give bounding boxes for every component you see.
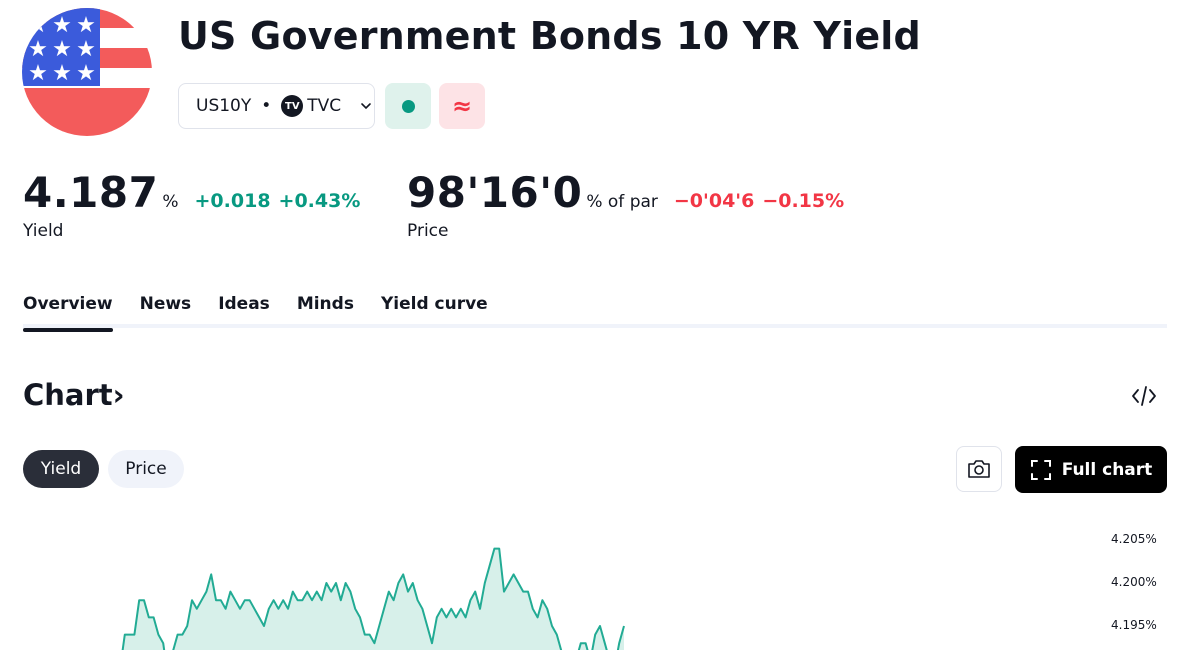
price-toggle-button[interactable]: Price: [108, 450, 184, 488]
chevron-down-icon: [361, 103, 371, 110]
svg-text:★: ★: [52, 61, 72, 86]
price-label: Price: [407, 221, 449, 241]
y-axis-tick-label: 4.200%: [1111, 575, 1157, 589]
delayed-data-icon: ≈: [451, 92, 473, 120]
svg-text:★: ★: [52, 13, 72, 38]
price-change: −0'04'6: [673, 190, 755, 212]
price-unit: % of par: [586, 192, 658, 212]
yield-change: +0.018: [194, 190, 271, 212]
chart-section-title-link[interactable]: Chart›: [23, 378, 125, 412]
separator-dot: •: [261, 96, 272, 116]
yield-value: 4.187: [23, 168, 159, 217]
chevron-right-icon: ›: [112, 378, 125, 412]
price-change-percent: −0.15%: [762, 190, 845, 212]
yield-quote: 4.187% +0.018 +0.43%: [23, 168, 360, 217]
price-quote: 98'16'0% of par −0'04'6 −0.15%: [407, 168, 844, 217]
yield-chart-svg: [120, 547, 625, 650]
svg-text:★: ★: [28, 61, 48, 86]
svg-text:★: ★: [52, 37, 72, 62]
tab-ideas[interactable]: Ideas: [218, 294, 270, 328]
tab-overview[interactable]: Overview: [23, 294, 113, 332]
yield-area-fill: [120, 548, 624, 650]
delayed-data-button[interactable]: ≈: [439, 83, 485, 129]
camera-icon: [968, 460, 990, 478]
yield-unit: %: [162, 192, 179, 212]
svg-text:★: ★: [28, 13, 48, 38]
y-axis-tick-label: 4.205%: [1111, 532, 1157, 546]
price-value: 98'16'0: [407, 168, 583, 217]
yield-toggle-button[interactable]: Yield: [23, 450, 99, 488]
tab-minds[interactable]: Minds: [297, 294, 354, 328]
market-open-button[interactable]: [385, 83, 431, 129]
chart-section-title: Chart: [23, 378, 113, 412]
tab-news[interactable]: News: [140, 294, 192, 328]
tab-bar: Overview News Ideas Minds Yield curve: [23, 294, 1167, 332]
market-open-dot-icon: [401, 99, 415, 113]
full-chart-button[interactable]: Full chart: [1015, 446, 1167, 493]
snapshot-button[interactable]: [956, 446, 1002, 492]
symbol-label: US10Y: [196, 96, 252, 116]
tab-yield-curve[interactable]: Yield curve: [381, 294, 488, 328]
svg-text:★: ★: [76, 13, 96, 38]
page-title: US Government Bonds 10 YR Yield: [178, 14, 921, 58]
code-embed-icon[interactable]: [1130, 384, 1158, 408]
full-chart-label: Full chart: [1061, 459, 1153, 480]
svg-text:★: ★: [28, 37, 48, 62]
symbol-exchange-selector[interactable]: US10Y • TV TVC: [178, 83, 375, 129]
yield-chart[interactable]: [0, 510, 1200, 650]
exchange-label: TVC: [307, 96, 342, 116]
svg-text:★: ★: [76, 37, 96, 62]
y-axis-tick-label: 4.195%: [1111, 618, 1157, 632]
us-flag-icon: ★ ★ ★ ★ ★ ★ ★ ★ ★: [22, 8, 152, 136]
yield-label: Yield: [23, 221, 64, 241]
tradingview-logo-icon: TV: [281, 95, 304, 117]
svg-text:★: ★: [76, 61, 96, 86]
yield-change-percent: +0.43%: [278, 190, 361, 212]
fullscreen-icon: [1030, 459, 1051, 480]
